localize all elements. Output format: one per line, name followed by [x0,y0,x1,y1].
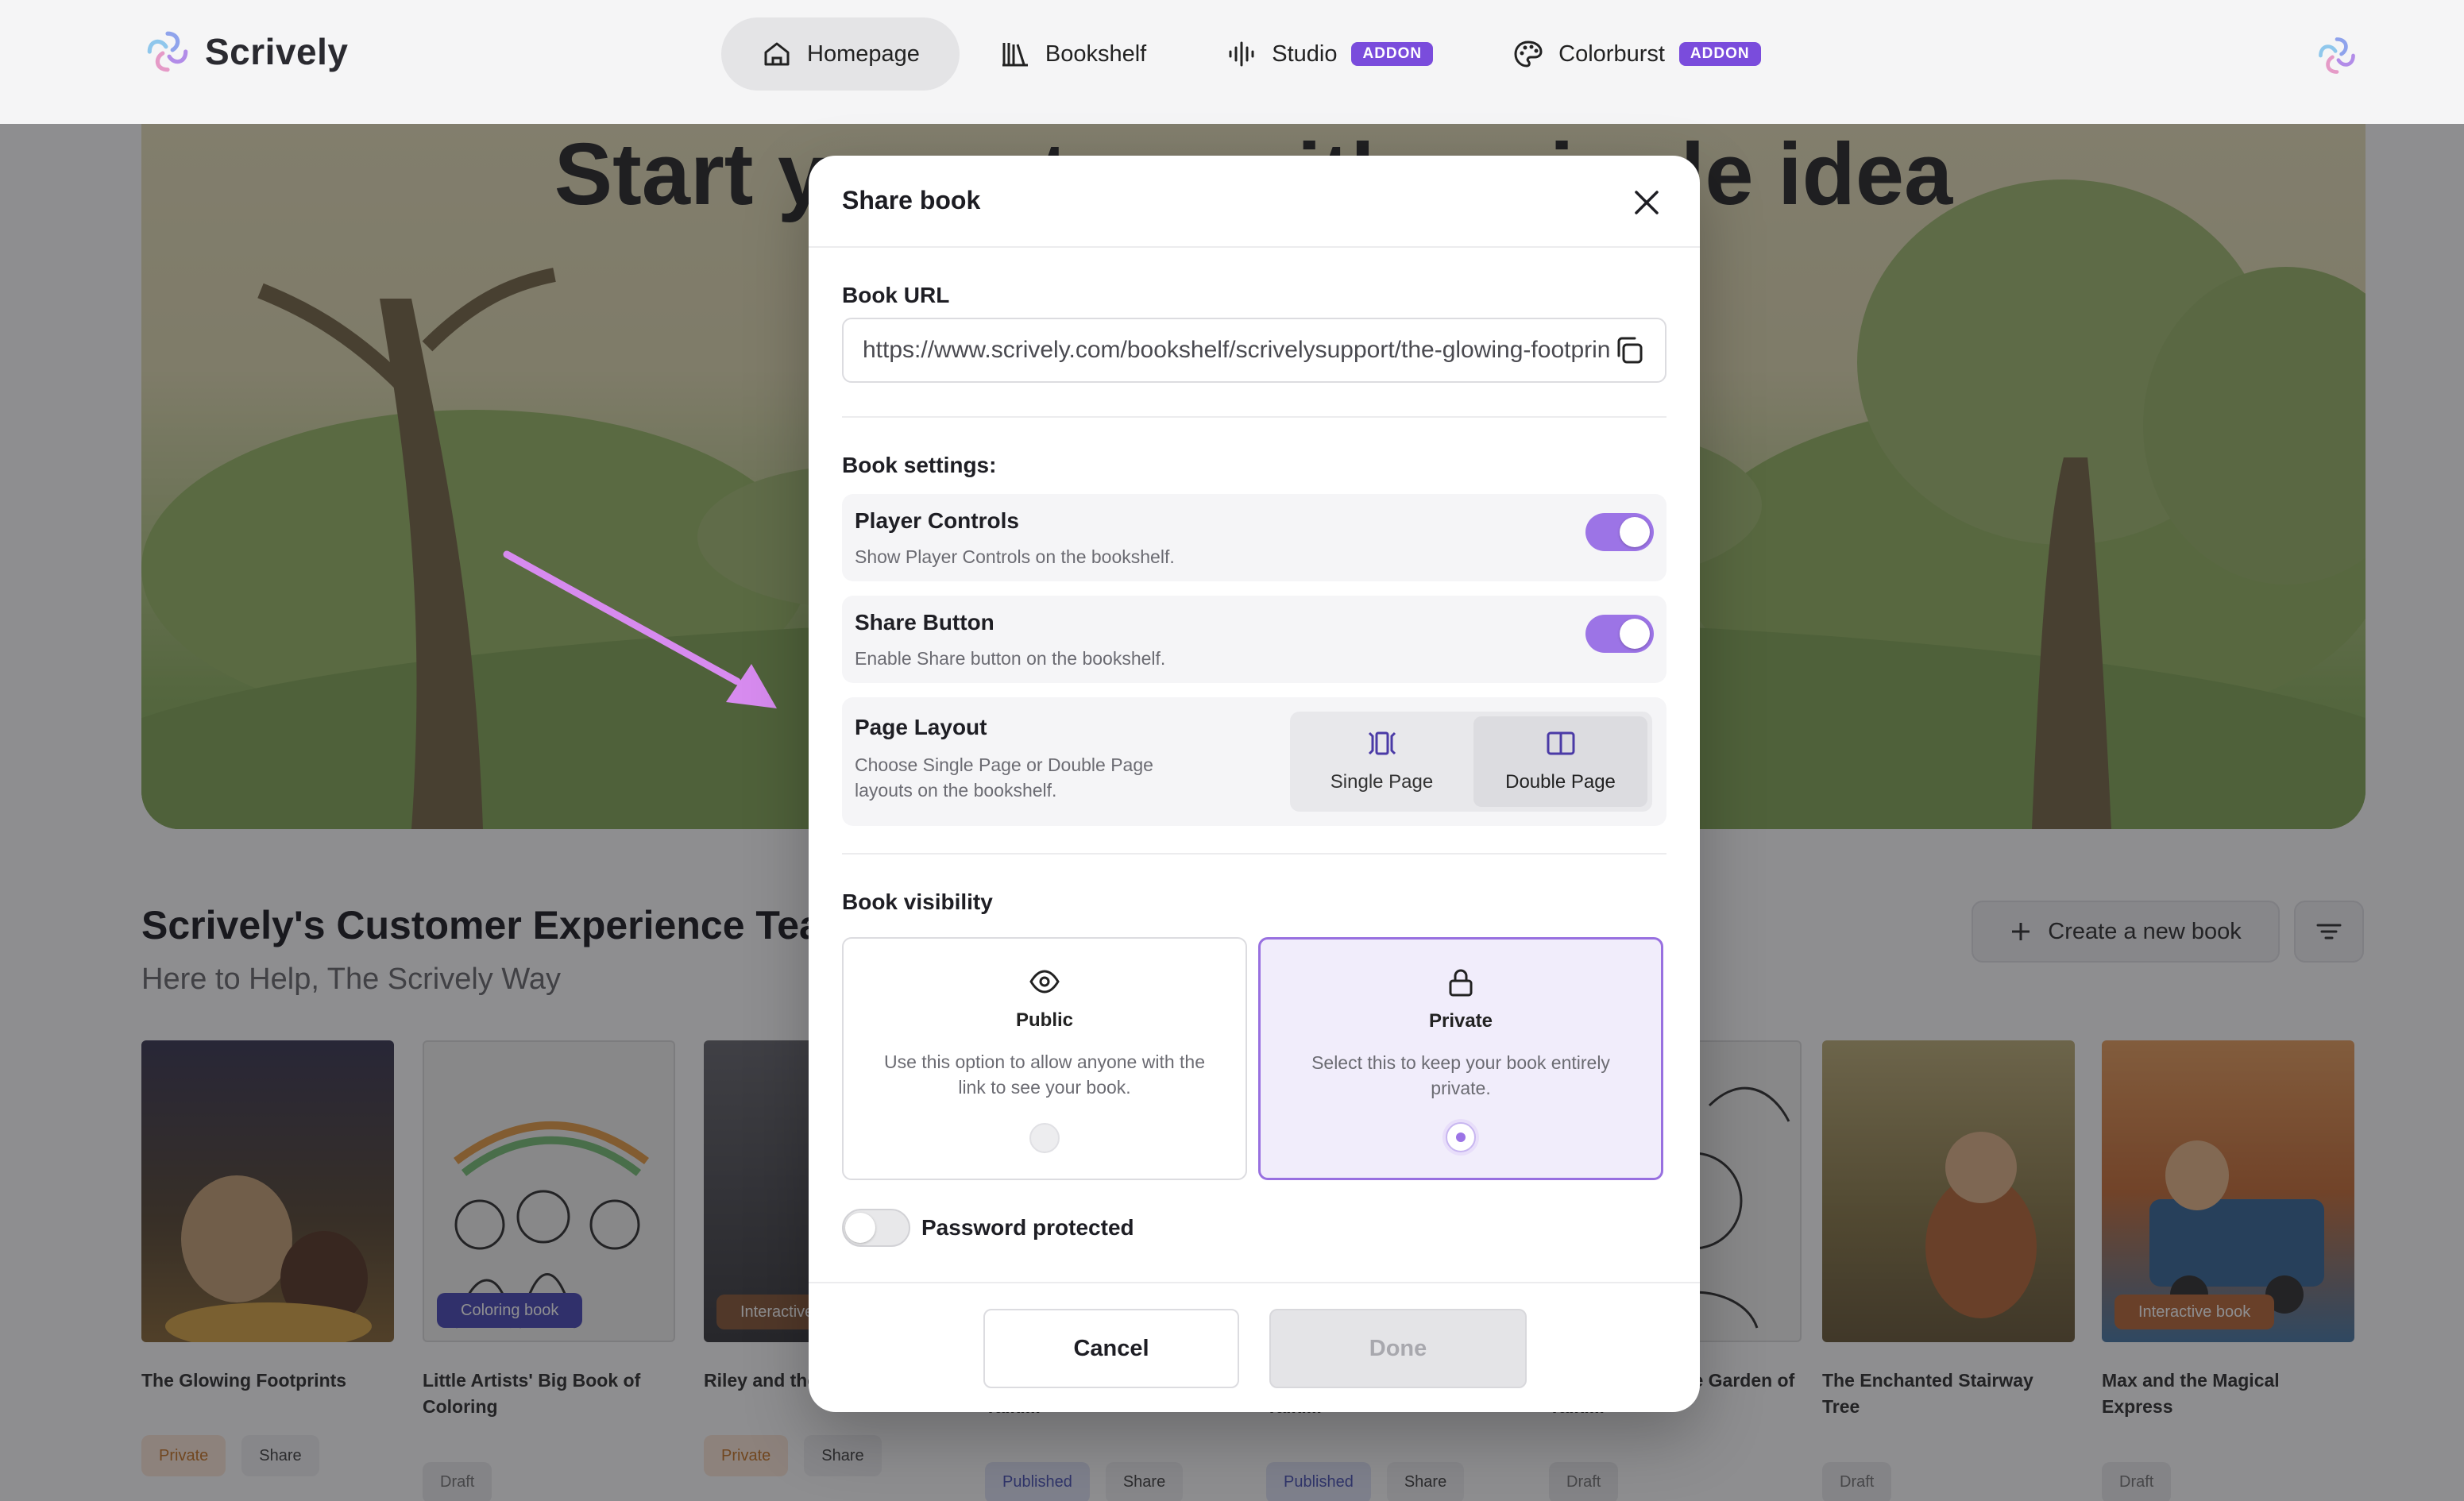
visibility-title: Private [1428,1010,1493,1032]
public-radio[interactable] [1029,1123,1060,1153]
scrively-logo-icon [147,31,188,72]
logo[interactable]: Scrively [143,27,348,76]
done-button[interactable]: Done [1269,1309,1527,1388]
visibility-title: Public [1015,1009,1073,1031]
dialog-title: Share book [842,186,981,214]
private-radio[interactable] [1446,1122,1476,1152]
share-button-setting: Share Button Enable Share button on the … [842,596,1666,683]
nav-label: Colorburst [1558,41,1665,67]
divider [842,853,1666,855]
toggle-knob [1620,619,1650,649]
page-layout-selector: Single Page Double Page [1290,712,1652,812]
audio-wave-icon [1229,41,1254,67]
palette-icon [1514,41,1543,68]
nav-studio[interactable]: Studio ADDON [1186,17,1473,91]
copy-icon[interactable] [1612,334,1646,367]
addon-badge: ADDON [1351,42,1434,66]
book-settings-label: Book settings: [842,453,997,477]
top-navigation-bar: Scrively Homepage Bookshelf Studio ADDON… [0,0,2464,124]
addon-badge: ADDON [1678,42,1761,66]
nav-homepage[interactable]: Homepage [721,17,960,91]
option-label: Double Page [1505,771,1616,793]
bookshelf-icon [1002,43,1028,67]
app-name: Scrively [205,31,349,72]
setting-description: Choose Single Page or Double Page layout… [855,754,1153,801]
divider [842,416,1666,418]
toggle-knob [845,1213,875,1243]
nav-bookshelf[interactable]: Bookshelf [960,17,1186,91]
double-page-option[interactable]: Double Page [1473,716,1647,807]
setting-description: Enable Share button on the bookshelf. [855,648,1166,669]
player-controls-setting: Player Controls Show Player Controls on … [842,494,1666,581]
dialog-header: Share book [809,156,1700,248]
visibility-description: Use this option to allow anyone with the… [883,1051,1206,1098]
book-url-label: Book URL [842,283,950,307]
setting-description: Show Player Controls on the bookshelf. [855,546,1175,567]
double-page-icon [1547,731,1574,755]
share-button-toggle[interactable] [1585,615,1654,653]
close-icon[interactable] [1633,189,1660,216]
setting-name: Page Layout [855,715,987,739]
visibility-public-option[interactable]: Public Use this option to allow anyone w… [842,937,1247,1180]
page-layout-setting: Page Layout Choose Single Page or Double… [842,697,1666,826]
toggle-knob [1620,517,1650,547]
main-nav: Homepage Bookshelf Studio ADDON Colorbur… [721,17,1801,91]
player-controls-toggle[interactable] [1585,513,1654,551]
option-label: Single Page [1330,771,1434,793]
setting-name: Player Controls [855,508,1019,533]
home-icon [764,42,790,66]
user-menu-icon[interactable] [2315,33,2359,78]
password-protected-toggle[interactable] [842,1209,910,1247]
book-visibility-label: Book visibility [842,889,993,914]
share-book-dialog: Share book Book URL Book settings: Playe… [809,156,1700,1412]
book-url-field[interactable] [842,318,1666,383]
visibility-private-option[interactable]: Private Select this to keep your book en… [1258,937,1663,1180]
nav-label: Bookshelf [1045,41,1147,67]
nav-colorburst[interactable]: Colorburst ADDON [1473,17,1800,91]
nav-label: Studio [1272,41,1338,67]
lock-icon [1449,969,1473,997]
dialog-footer-divider [809,1282,1700,1283]
setting-name: Share Button [855,610,994,635]
eye-icon [1029,970,1060,994]
password-protected-label: Password protected [921,1215,1134,1240]
visibility-description: Select this to keep your book entirely p… [1311,1052,1610,1099]
annotation-arrow-icon [503,550,777,708]
single-page-icon [1368,731,1396,755]
single-page-option[interactable]: Single Page [1295,716,1469,807]
nav-label: Homepage [807,41,920,67]
cancel-button[interactable]: Cancel [983,1309,1239,1388]
book-url-input[interactable] [863,337,1609,364]
